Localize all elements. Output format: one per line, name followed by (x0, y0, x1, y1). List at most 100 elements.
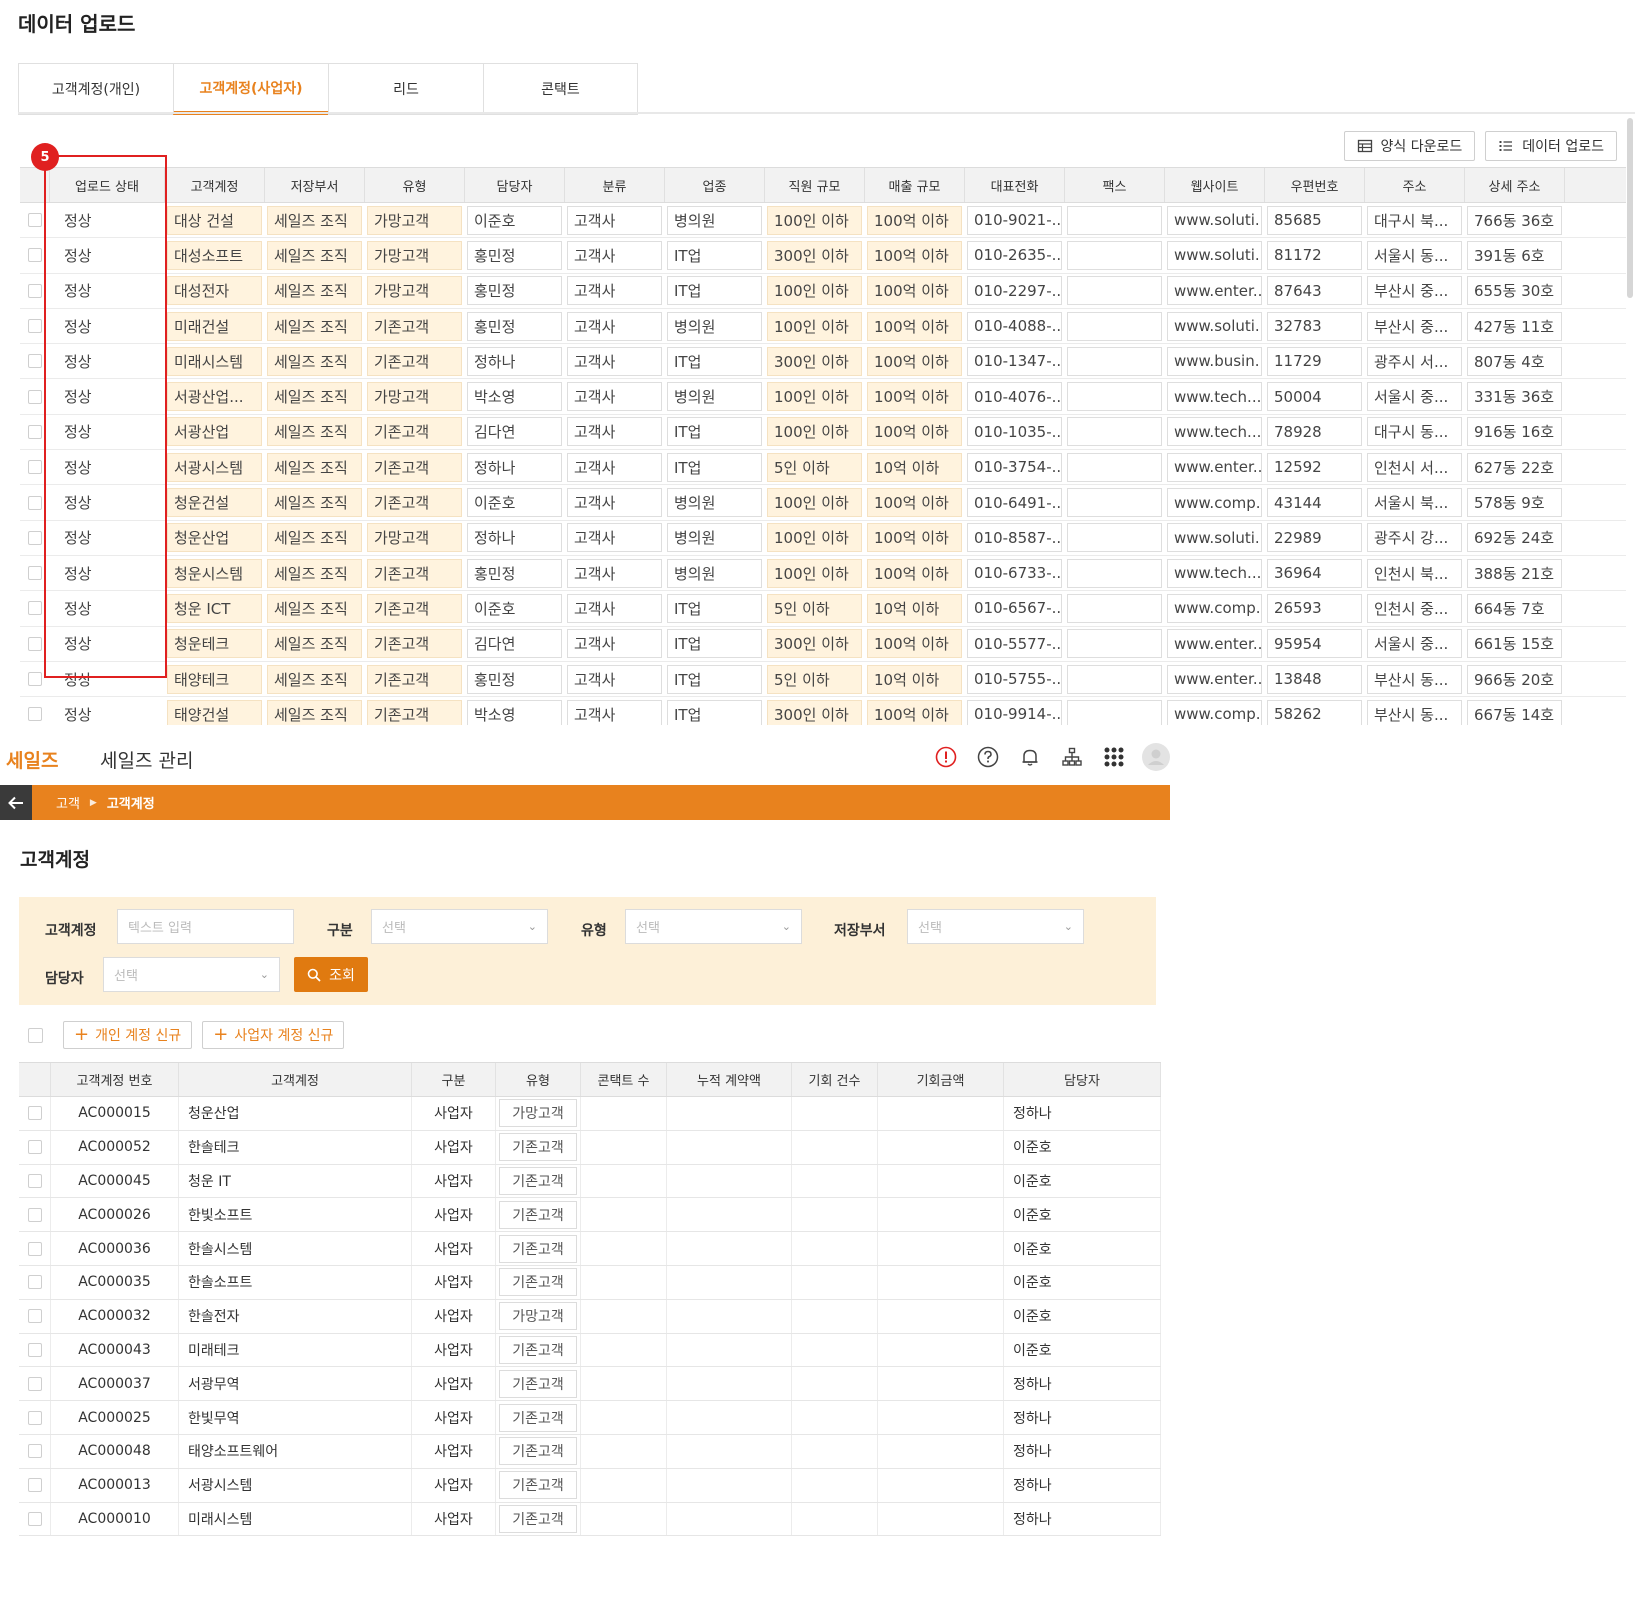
cell-revenue-input[interactable]: 100억 이하 (867, 346, 962, 376)
cell-zipcode-input[interactable]: 95954 (1267, 629, 1362, 659)
cell-phone-input[interactable]: 010-2635-... (967, 240, 1062, 270)
cell-account-input[interactable]: 청운시스템 (167, 558, 262, 588)
cell-class-input[interactable]: 고객사 (567, 523, 662, 553)
row-checkbox[interactable] (27, 1241, 42, 1256)
cell-phone-input[interactable]: 010-4076-... (967, 382, 1062, 412)
table-row[interactable]: AC000045 청운 IT 사업자 기존고객 이준호 (19, 1164, 1161, 1199)
cell-revenue-input[interactable]: 100억 이하 (867, 523, 962, 553)
cell-detail-address-input[interactable]: 331동 36호 (1467, 382, 1562, 412)
cell-revenue-input[interactable]: 100억 이하 (867, 240, 962, 270)
cell-website-input[interactable]: www.comp... (1167, 593, 1262, 623)
col-account-no[interactable]: 고객계정 번호 (51, 1063, 179, 1096)
cell-industry-input[interactable]: IT업 (667, 629, 762, 659)
cell-employees-input[interactable]: 300인 이하 (767, 240, 862, 270)
col-division[interactable]: 구분 (412, 1063, 496, 1096)
cell-detail-address-input[interactable]: 627동 22호 (1467, 452, 1562, 482)
manager-select[interactable]: 선택 ⌄ (103, 957, 280, 992)
cell-website-input[interactable]: www.comp... (1167, 699, 1262, 725)
cell-fax-input[interactable] (1067, 452, 1162, 482)
cell-employees-input[interactable]: 100인 이하 (767, 523, 862, 553)
cell-address-input[interactable]: 서울시 중... (1367, 382, 1462, 412)
cell-employees-input[interactable]: 100인 이하 (767, 205, 862, 235)
cell-website-input[interactable]: www.busin... (1167, 346, 1262, 376)
table-row[interactable]: AC000043 미래테크 사업자 기존고객 이준호 (19, 1333, 1161, 1368)
cell-address-input[interactable]: 광주시 강... (1367, 523, 1462, 553)
cell-type-input[interactable]: 가망고객 (367, 205, 462, 235)
cell-zipcode-input[interactable]: 78928 (1267, 417, 1362, 447)
cell-detail-address-input[interactable]: 966동 20호 (1467, 664, 1562, 694)
cell-industry-input[interactable]: IT업 (667, 346, 762, 376)
row-checkbox[interactable] (27, 1376, 42, 1391)
cell-account-name[interactable]: 한빛무역 (179, 1401, 412, 1434)
cell-manager-input[interactable]: 정하나 (467, 523, 562, 553)
cell-account-name[interactable]: 태양소프트웨어 (179, 1434, 412, 1468)
cell-account-name[interactable]: 한솔테크 (179, 1130, 412, 1164)
row-checkbox[interactable] (27, 636, 42, 651)
cell-phone-input[interactable]: 010-5577-... (967, 629, 1062, 659)
cell-employees-input[interactable]: 5인 이하 (767, 593, 862, 623)
cell-zipcode-input[interactable]: 32783 (1267, 311, 1362, 341)
tab-lead[interactable]: 리드 (328, 63, 483, 115)
cell-industry-input[interactable]: IT업 (667, 699, 762, 725)
cell-fax-input[interactable] (1067, 593, 1162, 623)
cell-zipcode-input[interactable]: 12592 (1267, 452, 1362, 482)
cell-manager-input[interactable]: 홍민정 (467, 558, 562, 588)
cell-detail-address-input[interactable]: 667동 14호 (1467, 699, 1562, 725)
cell-zipcode-input[interactable]: 87643 (1267, 276, 1362, 306)
cell-class-input[interactable]: 고객사 (567, 488, 662, 518)
cell-zipcode-input[interactable]: 85685 (1267, 205, 1362, 235)
cell-industry-input[interactable]: 병의원 (667, 311, 762, 341)
table-row[interactable]: AC000025 한빛무역 사업자 기존고객 정하나 (19, 1401, 1161, 1435)
row-checkbox[interactable] (27, 460, 42, 475)
cell-dept-input[interactable]: 세일즈 조직 (267, 664, 362, 694)
cell-website-input[interactable]: www.tech.... (1167, 417, 1262, 447)
cell-address-input[interactable]: 서울시 북... (1367, 488, 1462, 518)
cell-account-input[interactable]: 서광산업 (167, 417, 262, 447)
cell-account-input[interactable]: 대상 건설 (167, 205, 262, 235)
cell-class-input[interactable]: 고객사 (567, 558, 662, 588)
cell-phone-input[interactable]: 010-9021-... (967, 205, 1062, 235)
table-row[interactable]: AC000013 서광시스템 사업자 기존고객 정하나 (19, 1468, 1161, 1503)
cell-type-input[interactable]: 기존고객 (367, 488, 462, 518)
cell-detail-address-input[interactable]: 661동 15호 (1467, 629, 1562, 659)
cell-account-input[interactable]: 청운건설 (167, 488, 262, 518)
cell-class-input[interactable]: 고객사 (567, 311, 662, 341)
cell-account-input[interactable]: 서광시스템 (167, 452, 262, 482)
cell-address-input[interactable]: 인천시 서... (1367, 452, 1462, 482)
alert-icon[interactable] (932, 743, 960, 771)
cell-account-name[interactable]: 한솔소프트 (179, 1265, 412, 1299)
cell-fax-input[interactable] (1067, 346, 1162, 376)
cell-industry-input[interactable]: 병의원 (667, 382, 762, 412)
apps-grid-icon[interactable] (1100, 743, 1128, 771)
cell-industry-input[interactable]: IT업 (667, 240, 762, 270)
cell-revenue-input[interactable]: 100억 이하 (867, 488, 962, 518)
col-opportunity-count[interactable]: 기회 건수 (792, 1063, 878, 1096)
cell-website-input[interactable]: www.tech.... (1167, 382, 1262, 412)
cell-manager-input[interactable]: 이준호 (467, 593, 562, 623)
org-chart-icon[interactable] (1058, 743, 1086, 771)
cell-account-name[interactable]: 서광시스템 (179, 1468, 412, 1502)
cell-industry-input[interactable]: IT업 (667, 452, 762, 482)
col-contact-count[interactable]: 콘택트 수 (581, 1063, 667, 1096)
cell-type-input[interactable]: 가망고객 (367, 523, 462, 553)
cell-dept-input[interactable]: 세일즈 조직 (267, 276, 362, 306)
cell-employees-input[interactable]: 300인 이하 (767, 629, 862, 659)
cell-website-input[interactable]: www.enter... (1167, 664, 1262, 694)
row-checkbox[interactable] (27, 319, 42, 334)
cell-address-input[interactable]: 부산시 중... (1367, 276, 1462, 306)
tab-contact[interactable]: 콘택트 (483, 63, 638, 115)
cell-fax-input[interactable] (1067, 523, 1162, 553)
row-checkbox[interactable] (27, 1173, 42, 1188)
cell-account-name[interactable]: 한빛소프트 (179, 1198, 412, 1232)
cell-dept-input[interactable]: 세일즈 조직 (267, 629, 362, 659)
bell-icon[interactable] (1016, 743, 1044, 771)
cell-account-name[interactable]: 청운산업 (179, 1097, 412, 1130)
breadcrumb-parent[interactable]: 고객 (56, 793, 80, 812)
row-checkbox[interactable] (27, 672, 42, 686)
cell-manager-input[interactable]: 홍민정 (467, 276, 562, 306)
cell-revenue-input[interactable]: 100억 이하 (867, 629, 962, 659)
cell-class-input[interactable]: 고객사 (567, 346, 662, 376)
cell-zipcode-input[interactable]: 11729 (1267, 346, 1362, 376)
cell-type-input[interactable]: 가망고객 (367, 276, 462, 306)
brand-logo[interactable]: 세일즈 (6, 746, 58, 773)
